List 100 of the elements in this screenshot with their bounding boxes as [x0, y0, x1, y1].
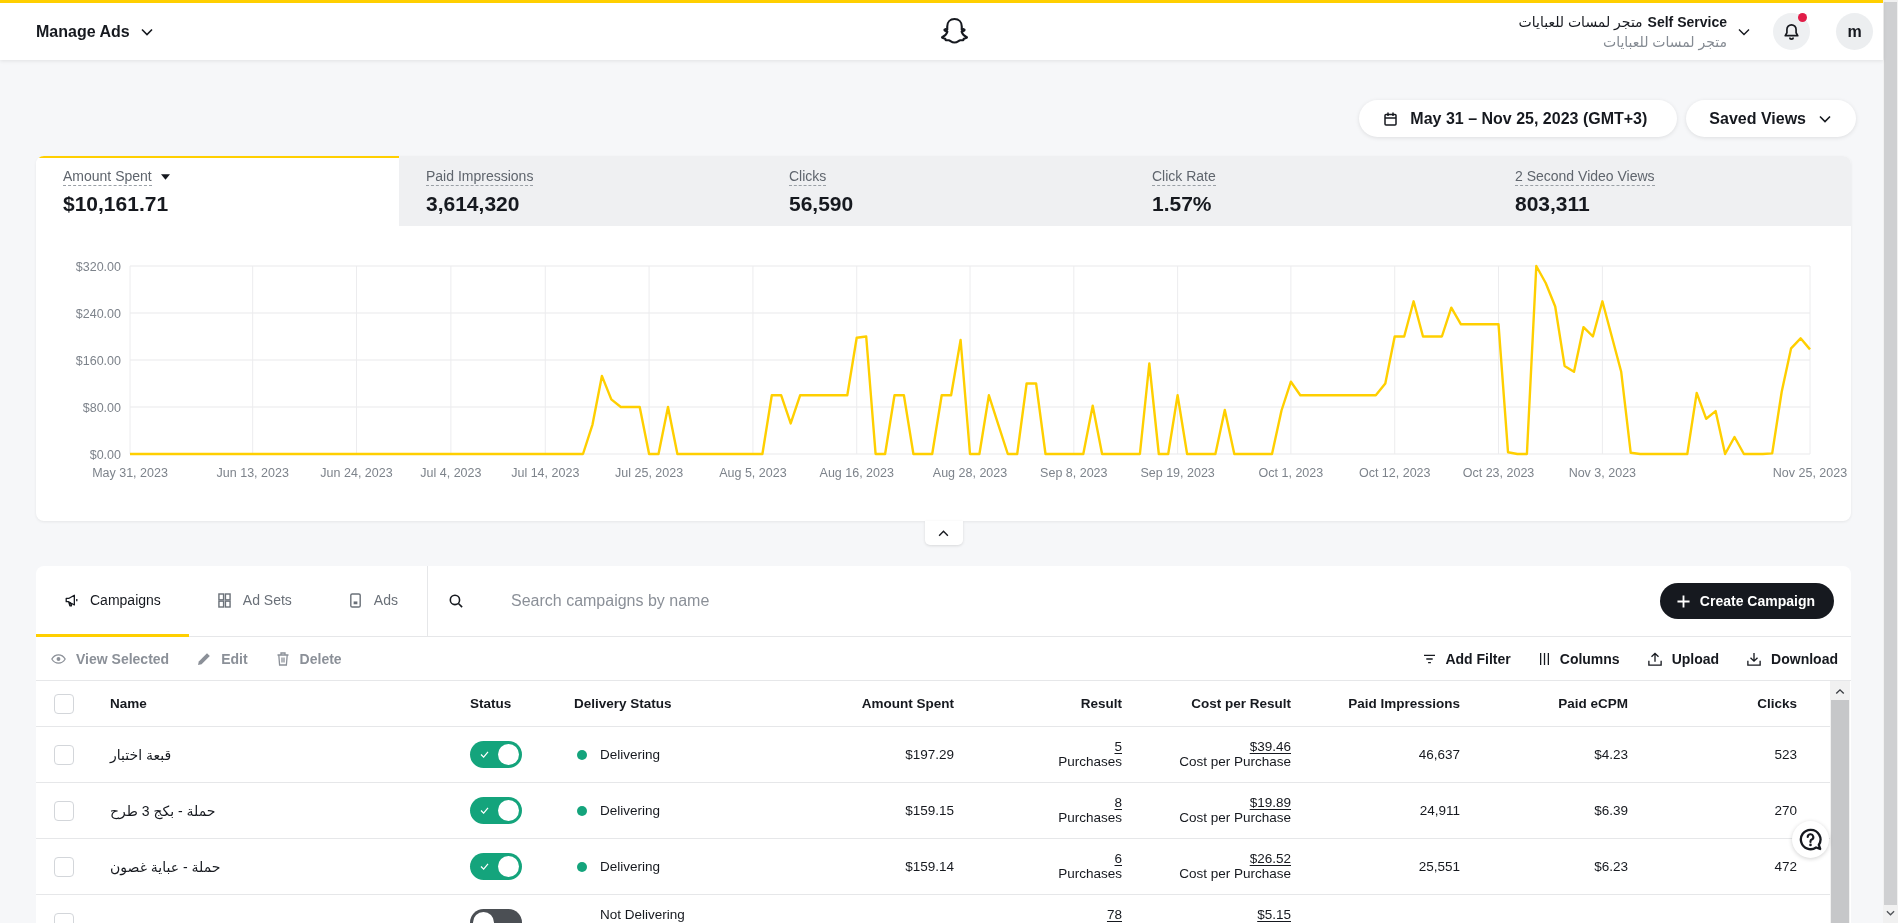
cost-per-result-link[interactable]: $5.15	[1257, 907, 1291, 922]
campaign-name[interactable]: حملة - بكج 3 طرح	[110, 802, 216, 819]
eye-icon	[51, 653, 66, 664]
column-header: Name	[110, 696, 147, 711]
caret-down-icon[interactable]	[160, 174, 170, 180]
filter-icon	[1424, 652, 1436, 665]
account-subtitle: متجر لمسات للعبايات	[1602, 33, 1727, 50]
metric-tab[interactable]: Paid Impressions 3,614,320	[399, 156, 762, 226]
campaign-name[interactable]: حملة - عباية غصون	[110, 858, 221, 875]
clicks-count: 472	[1774, 859, 1797, 874]
y-axis-label: $320.00	[75, 259, 121, 274]
amount-spent: $159.15	[905, 803, 954, 818]
table-scrollbar[interactable]	[1830, 681, 1850, 923]
upload-button[interactable]: Upload	[1647, 650, 1720, 667]
chevron-down-icon	[140, 27, 153, 36]
result-count-link[interactable]: 8	[1114, 795, 1122, 810]
chevron-down-icon	[1819, 114, 1831, 123]
create-campaign-button[interactable]: Create Campaign	[1659, 583, 1834, 619]
view-tab[interactable]: Campaigns	[36, 566, 189, 637]
phone-icon	[348, 592, 362, 608]
x-axis-label: Nov 3, 2023	[1568, 466, 1637, 480]
select-all-checkbox[interactable]	[54, 693, 74, 714]
cost-type: Cost per Purchase	[1179, 810, 1291, 825]
megaphone-icon	[65, 592, 78, 608]
status-toggle[interactable]	[470, 853, 522, 880]
filter-button[interactable]: Add Filter	[1424, 650, 1511, 667]
metric-value: 1.57%	[1152, 191, 1212, 216]
trash-icon	[275, 651, 290, 666]
cost-per-result-link[interactable]: $39.46	[1249, 739, 1291, 754]
columns-button[interactable]: Columns	[1538, 650, 1620, 667]
metric-tab[interactable]: Click Rate 1.57%	[1125, 156, 1488, 226]
metric-tab[interactable]: Amount Spent $10,161.71	[36, 156, 399, 226]
x-axis-label: Aug 28, 2023	[932, 466, 1008, 480]
result-type: Purchases	[1058, 810, 1122, 825]
metric-value: 56,590	[789, 191, 854, 216]
campaign-name[interactable]: قبعة اختبار	[110, 746, 172, 763]
notifications-button[interactable]	[1773, 13, 1810, 50]
scrollbar-thumb[interactable]	[1884, 2, 1897, 905]
grid-icon	[217, 592, 231, 608]
calendar-icon	[1384, 111, 1398, 126]
x-axis-label: Jun 13, 2023	[216, 466, 289, 480]
view-tab[interactable]: Ads	[319, 566, 426, 637]
cost-type: Cost per Purchase	[1179, 866, 1291, 881]
manage-ads-menu[interactable]: Manage Ads	[36, 22, 153, 41]
result-count-link[interactable]: 5	[1114, 739, 1122, 754]
x-axis-label: Sep 19, 2023	[1140, 466, 1215, 480]
result-count-link[interactable]: 6	[1114, 851, 1122, 866]
check-icon	[480, 863, 489, 870]
scroll-down-icon[interactable]	[1886, 910, 1895, 916]
column-header: Amount Spent	[861, 696, 954, 711]
column-header: Result	[1080, 696, 1122, 711]
metric-label: 2 Second Video Views	[1515, 168, 1655, 186]
column-header: Status	[470, 696, 512, 711]
pencil-icon	[197, 651, 212, 666]
y-axis-label: $240.00	[75, 306, 121, 321]
status-toggle[interactable]	[470, 797, 522, 824]
ghost-logo-icon[interactable]	[940, 17, 969, 46]
scroll-up-icon[interactable]	[1835, 688, 1845, 695]
download-button[interactable]: Download	[1747, 650, 1838, 667]
x-axis-label: Sep 8, 2023	[1040, 466, 1108, 480]
check-icon	[480, 751, 489, 758]
saved-views-button[interactable]: Saved Views	[1686, 100, 1856, 137]
collapse-chart-button[interactable]	[924, 521, 963, 545]
cost-type: Cost per Purchase	[1179, 754, 1291, 769]
bell-icon	[1784, 23, 1799, 40]
x-axis-label: Oct 1, 2023	[1258, 466, 1324, 480]
metric-label: Click Rate	[1152, 168, 1216, 186]
y-axis-label: $0.00	[89, 447, 121, 462]
paid-ecpm: $6.39	[1594, 803, 1628, 818]
status-toggle[interactable]	[470, 741, 522, 768]
y-axis-label: $160.00	[75, 353, 121, 368]
row-checkbox[interactable]	[54, 856, 74, 877]
result-type: Purchases	[1058, 754, 1122, 769]
download-icon	[1747, 651, 1762, 666]
metric-value: $10,161.71	[63, 191, 169, 216]
column-header: Delivery Status	[574, 696, 672, 711]
metric-tab[interactable]: 2 Second Video Views 803,311	[1488, 156, 1851, 226]
x-axis-label: Nov 25, 2023	[1772, 466, 1848, 480]
cost-per-result-link[interactable]: $19.89	[1249, 795, 1291, 810]
page-scrollbar[interactable]	[1883, 0, 1898, 923]
metric-tab[interactable]: Clicks 56,590	[762, 156, 1125, 226]
y-axis-label: $80.00	[82, 400, 121, 415]
view-tab[interactable]: Ad Sets	[188, 566, 320, 637]
date-range-button[interactable]: May 31 – Nov 25, 2023 (GMT+3)	[1359, 100, 1678, 137]
search-icon	[449, 594, 463, 608]
amount-spent: $197.29	[905, 747, 954, 762]
chevron-down-icon[interactable]	[1738, 27, 1750, 36]
row-checkbox[interactable]	[54, 744, 74, 765]
organization-name: Self Service	[1647, 13, 1727, 31]
row-checkbox[interactable]	[54, 800, 74, 821]
metric-label: Paid Impressions	[426, 168, 534, 186]
delivery-status: Delivering	[600, 859, 661, 874]
scrollbar-thumb[interactable]	[1831, 700, 1849, 923]
profile-avatar[interactable]: m	[1836, 13, 1873, 50]
search-field[interactable]: Search campaigns by name	[511, 586, 1640, 616]
result-count-link[interactable]: 78	[1106, 907, 1122, 922]
paid-impressions: 25,551	[1418, 859, 1460, 874]
cost-per-result-link[interactable]: $26.52	[1249, 851, 1291, 866]
x-axis-label: May 31, 2023	[92, 466, 168, 480]
delivery-status: Delivering	[600, 803, 661, 818]
